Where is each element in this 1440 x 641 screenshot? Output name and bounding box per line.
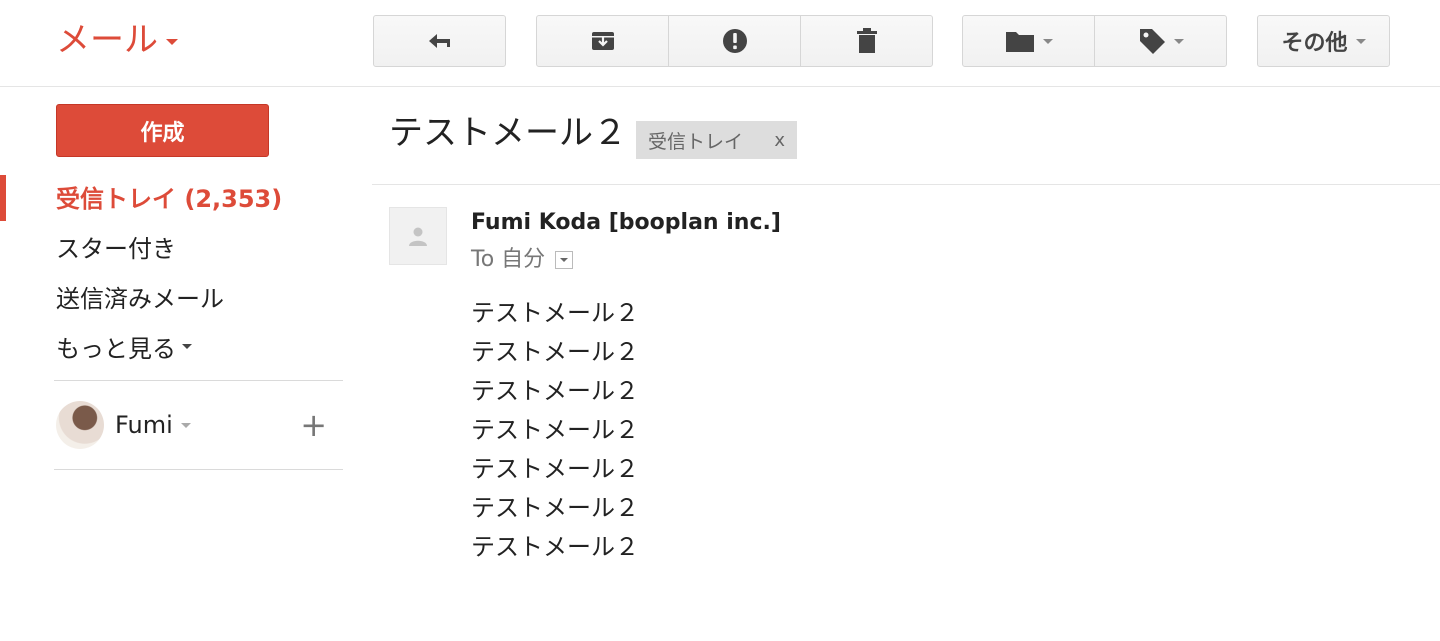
header-divider xyxy=(372,184,1440,185)
delete-icon xyxy=(856,28,877,53)
report-spam-icon xyxy=(722,29,747,53)
sidebar-divider xyxy=(54,380,343,381)
body-line: テストメール２ xyxy=(471,416,639,444)
chevron-down-icon xyxy=(180,422,191,428)
chevron-down-icon xyxy=(1173,38,1184,44)
action-group xyxy=(536,15,933,67)
sidebar-item-label: スター付き xyxy=(56,234,176,263)
sender-avatar[interactable] xyxy=(389,207,447,265)
delete-button[interactable] xyxy=(800,15,933,67)
archive-button[interactable] xyxy=(536,15,669,67)
organize-group xyxy=(962,15,1227,67)
compose-button[interactable]: 作成 xyxy=(56,104,269,157)
sidebar-nav: 受信トレイ (2,353) スター付き 送信済みメール もっと見る xyxy=(0,171,345,371)
reply-group xyxy=(373,15,506,67)
archive-icon xyxy=(591,32,614,50)
sidebar-divider xyxy=(54,469,343,470)
top-toolbar: メール その他 xyxy=(0,0,1440,87)
sidebar-item-starred[interactable]: スター付き xyxy=(0,221,345,271)
avatar[interactable] xyxy=(56,401,104,449)
profile-name[interactable]: Fumi xyxy=(115,411,191,439)
sidebar-item-more[interactable]: もっと見る xyxy=(0,321,345,371)
remove-label-icon[interactable]: x xyxy=(774,130,785,151)
labels-button[interactable] xyxy=(1094,15,1227,67)
app-switcher-label: メール xyxy=(56,20,158,60)
more-label: その他 xyxy=(1281,31,1348,56)
label-chip-text: 受信トレイ xyxy=(648,130,744,153)
chevron-down-icon xyxy=(166,39,178,45)
body-line: テストメール２ xyxy=(471,455,639,483)
body-line: テストメール２ xyxy=(471,494,639,522)
profile-name-label: Fumi xyxy=(115,411,173,439)
chevron-down-icon xyxy=(182,343,192,349)
recipient-line: To 自分 xyxy=(471,244,574,276)
plus-icon[interactable]: + xyxy=(300,405,327,445)
person-icon xyxy=(409,227,427,246)
chevron-down-icon xyxy=(560,258,569,262)
sidebar-item-inbox[interactable]: 受信トレイ (2,353) xyxy=(0,171,345,221)
message-body: テストメール２ テストメール２ テストメール２ テストメール２ テストメール２ … xyxy=(471,294,639,567)
body-line: テストメール２ xyxy=(471,338,639,366)
chevron-down-icon xyxy=(1042,38,1053,44)
label-icon xyxy=(1139,29,1165,54)
move-to-button[interactable] xyxy=(962,15,1095,67)
show-details-button[interactable] xyxy=(555,251,574,269)
more-group: その他 xyxy=(1257,15,1390,67)
recipient-text: To 自分 xyxy=(471,247,546,272)
sidebar-item-label: 送信済みメール xyxy=(56,284,224,313)
chevron-down-icon xyxy=(1355,38,1366,44)
sidebar-item-label: 受信トレイ (2,353) xyxy=(56,184,283,213)
body-line: テストメール２ xyxy=(471,299,639,327)
body-line: テストメール２ xyxy=(471,377,639,405)
move-to-folder-icon xyxy=(1005,32,1034,52)
label-chip-inbox[interactable]: 受信トレイ x xyxy=(636,121,797,159)
more-button[interactable]: その他 xyxy=(1257,15,1390,67)
reply-button[interactable] xyxy=(373,15,506,67)
sidebar-item-sent[interactable]: 送信済みメール xyxy=(0,271,345,321)
report-spam-button[interactable] xyxy=(668,15,801,67)
message-subject: テストメール２ xyxy=(389,113,627,153)
sender-name[interactable]: Fumi Koda [booplan inc.] xyxy=(471,207,781,239)
body-line: テストメール２ xyxy=(471,533,639,561)
mail-app-switcher[interactable]: メール xyxy=(56,18,178,62)
hangouts-profile: Fumi + xyxy=(56,397,343,453)
reply-icon xyxy=(428,34,450,48)
sidebar-item-label: もっと見る xyxy=(56,334,176,363)
